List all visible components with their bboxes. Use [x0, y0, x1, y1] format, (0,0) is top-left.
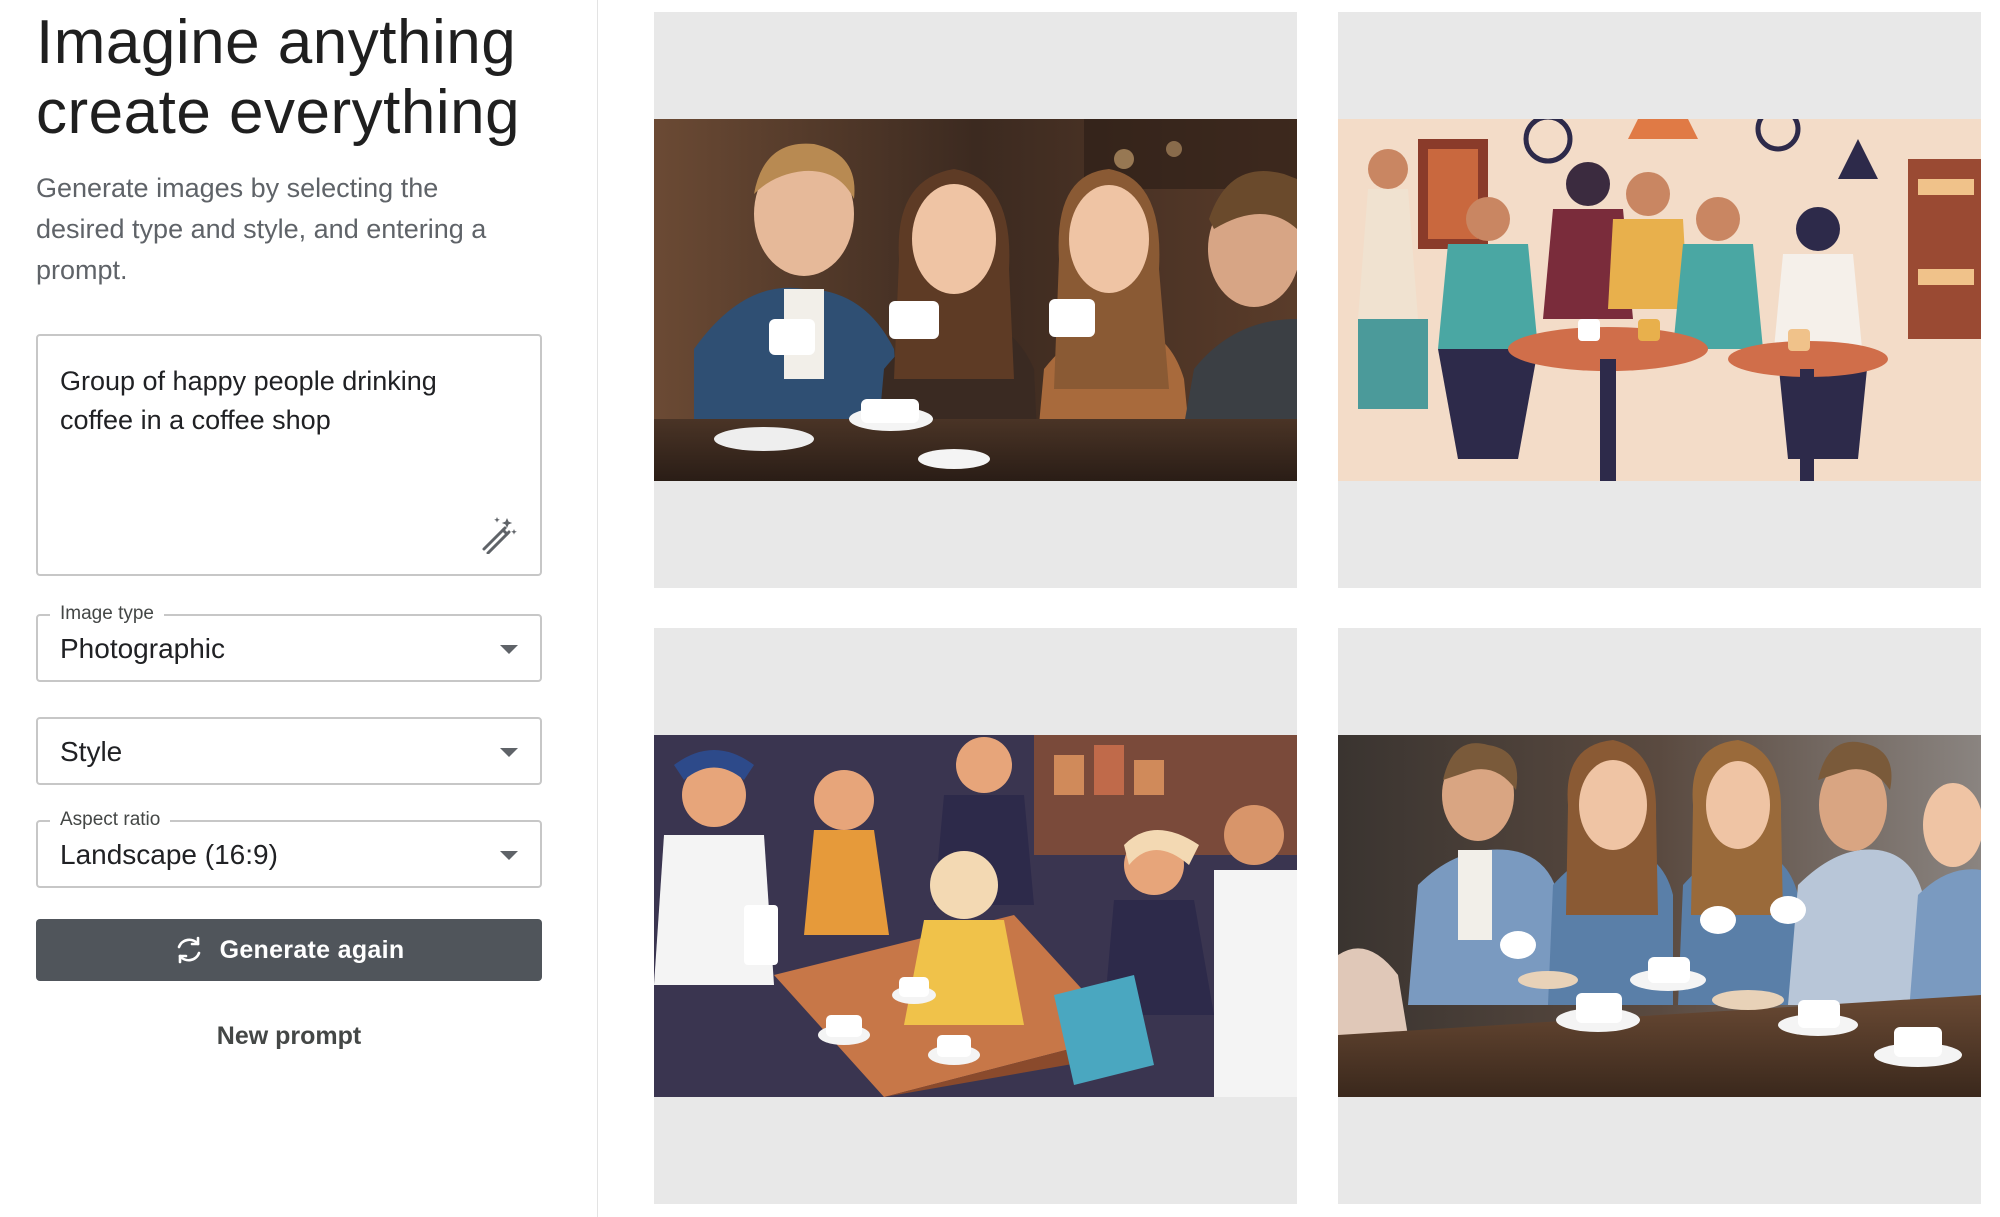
generate-again-button[interactable]: Generate again	[36, 919, 542, 981]
generated-image-photo-cafe-1[interactable]	[654, 119, 1297, 481]
aspect-ratio-label: Aspect ratio	[50, 808, 171, 832]
refresh-icon	[177, 936, 200, 964]
generate-again-label: Generate again	[219, 935, 405, 964]
left-panel: Imagine anything create everything Gener…	[0, 0, 598, 1217]
image-type-select[interactable]: Image type Photographic	[36, 602, 542, 682]
style-select[interactable]: Style	[36, 717, 542, 785]
page-subtitle: Generate images by selecting the desired…	[36, 173, 487, 285]
result-image-card-2[interactable]	[1338, 12, 1981, 588]
generated-image-illustration-cafe-3[interactable]	[654, 735, 1297, 1097]
prompt-text[interactable]: Group of happy people drinking coffee in…	[60, 362, 500, 440]
style-chevron-down-icon[interactable]	[500, 748, 518, 757]
result-image-card-3[interactable]	[654, 628, 1297, 1204]
magic-wand-icon[interactable]	[478, 514, 518, 554]
image-type-label: Image type	[50, 602, 164, 626]
aspect-ratio-value[interactable]: Landscape (16:9)	[60, 838, 278, 872]
result-image-card-1[interactable]	[654, 12, 1297, 588]
new-prompt-button[interactable]: New prompt	[36, 1022, 542, 1051]
page-title-line-1: Imagine anything	[36, 8, 517, 77]
image-type-value[interactable]: Photographic	[60, 632, 225, 666]
aspect-ratio-select[interactable]: Aspect ratio Landscape (16:9)	[36, 808, 542, 888]
page-title-line-2: create everything	[36, 78, 521, 147]
result-image-card-4[interactable]	[1338, 628, 1981, 1204]
generated-image-illustration-cafe-2[interactable]	[1338, 119, 1981, 481]
page-title: Imagine anything create everything	[36, 8, 576, 148]
aspect-ratio-chevron-down-icon[interactable]	[500, 851, 518, 860]
style-value[interactable]: Style	[60, 735, 122, 769]
generated-image-photo-cafe-4[interactable]	[1338, 735, 1981, 1097]
prompt-textarea[interactable]: Group of happy people drinking coffee in…	[36, 334, 542, 576]
image-type-chevron-down-icon[interactable]	[500, 645, 518, 654]
